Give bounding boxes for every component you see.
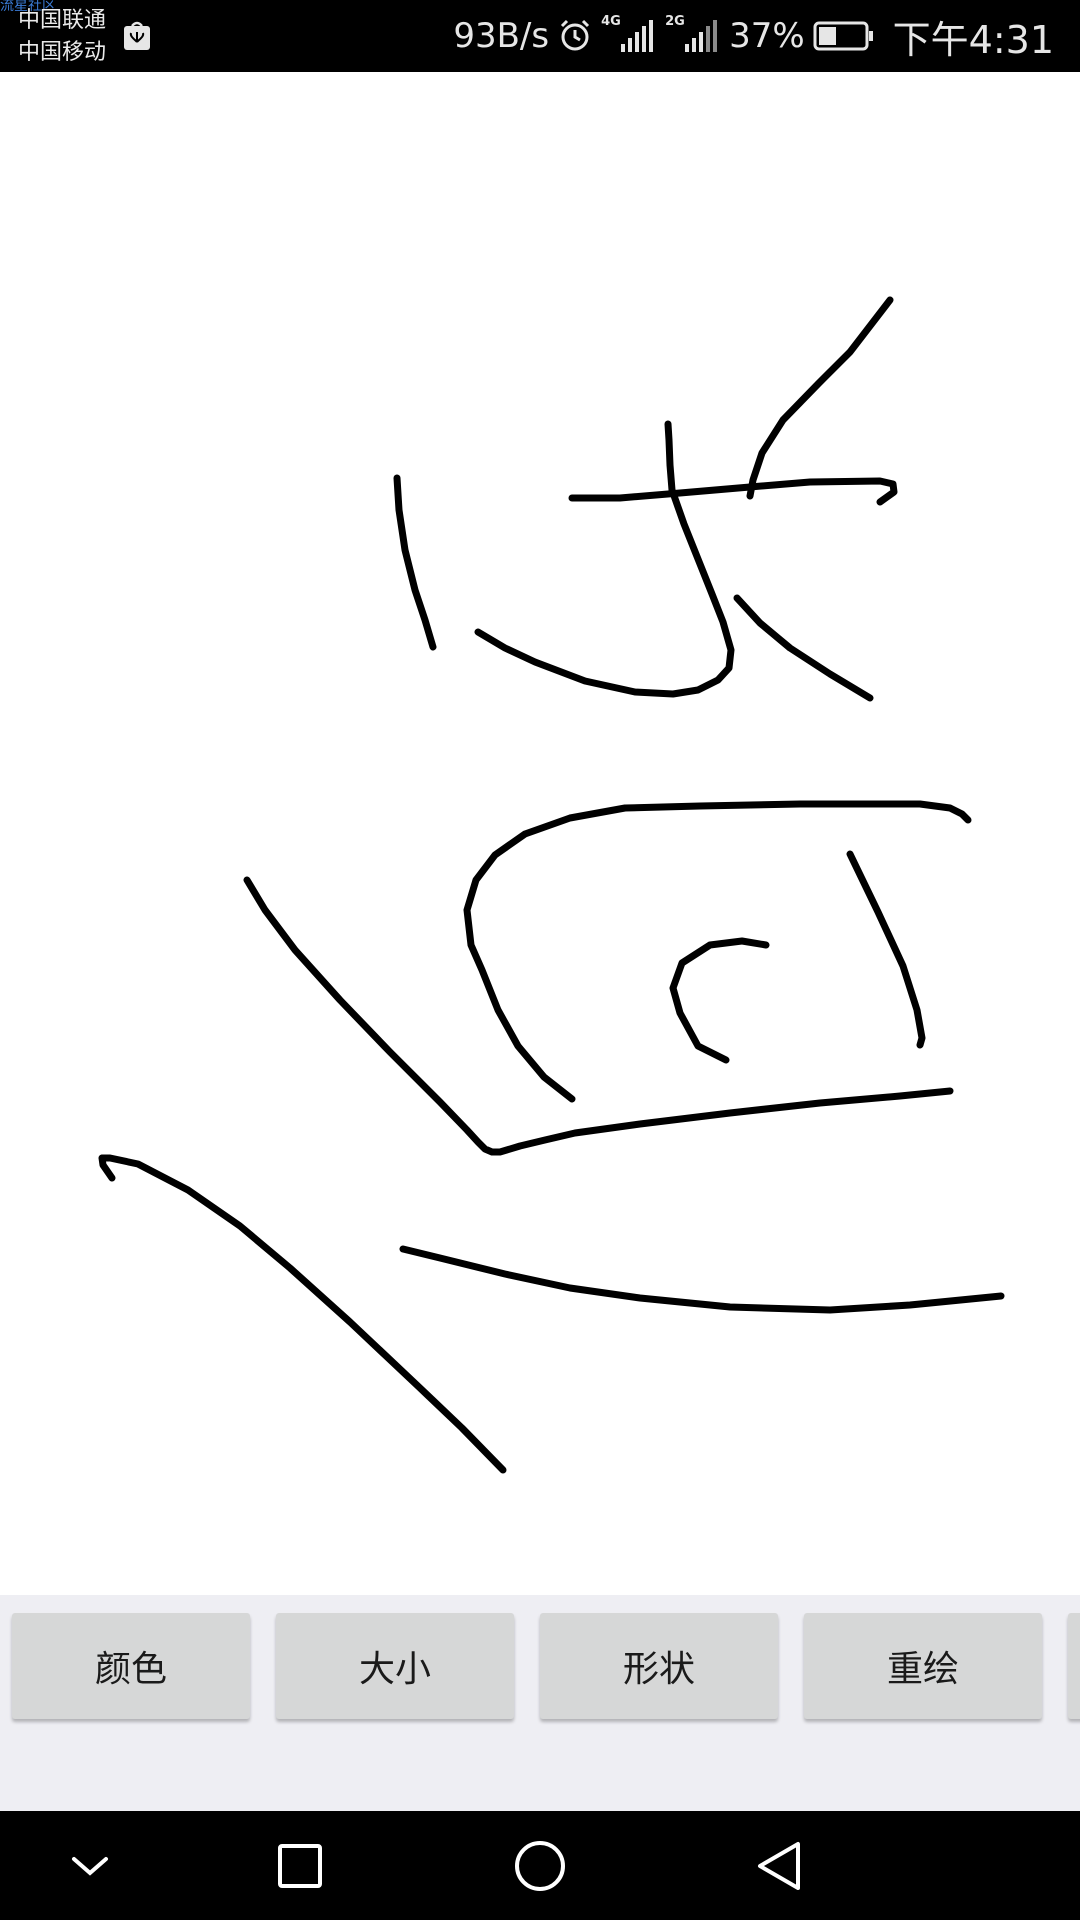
stroke	[746, 296, 894, 500]
signal-2g-icon: 2G	[665, 14, 721, 56]
drawing-canvas[interactable]	[0, 72, 1080, 1595]
recents-square-icon[interactable]	[240, 1811, 360, 1920]
stroke	[399, 1245, 1005, 1314]
tool-bar: 颜色 大小 形状 重绘	[0, 1595, 1080, 1811]
carrier-1-label: 中国联通	[18, 8, 107, 33]
stroke	[243, 876, 954, 1156]
stroke	[846, 850, 926, 1049]
battery-icon	[813, 21, 873, 51]
battery-percent: 37%	[729, 16, 805, 56]
redraw-button[interactable]: 重绘	[804, 1613, 1042, 1719]
overflow-button-partial[interactable]	[1068, 1613, 1080, 1719]
stroke	[474, 420, 735, 698]
color-button[interactable]: 颜色	[12, 1613, 250, 1719]
drawing-strokes	[98, 296, 1005, 1474]
stroke	[393, 474, 437, 651]
carrier-2-label: 中国移动	[18, 40, 107, 65]
stroke	[733, 594, 874, 702]
status-bar: 流星社区 中国联通 中国移动 93B/s 4G 2G 37% 下午4:31	[0, 0, 1080, 72]
navigation-bar	[0, 1811, 1080, 1920]
stroke	[568, 477, 898, 506]
network-speed: 93B/s	[453, 16, 550, 56]
chevron-down-icon[interactable]	[30, 1811, 150, 1920]
stroke	[98, 1154, 507, 1474]
signal-4g-icon: 4G	[601, 14, 657, 56]
alarm-icon	[561, 19, 590, 51]
stroke	[669, 937, 770, 1064]
shape-button[interactable]: 形状	[540, 1613, 778, 1719]
clock-time: 下午4:31	[892, 17, 1054, 62]
size-button[interactable]: 大小	[276, 1613, 514, 1719]
back-triangle-icon[interactable]	[720, 1811, 840, 1920]
home-circle-icon[interactable]	[480, 1811, 600, 1920]
huawei-store-icon	[124, 21, 150, 50]
